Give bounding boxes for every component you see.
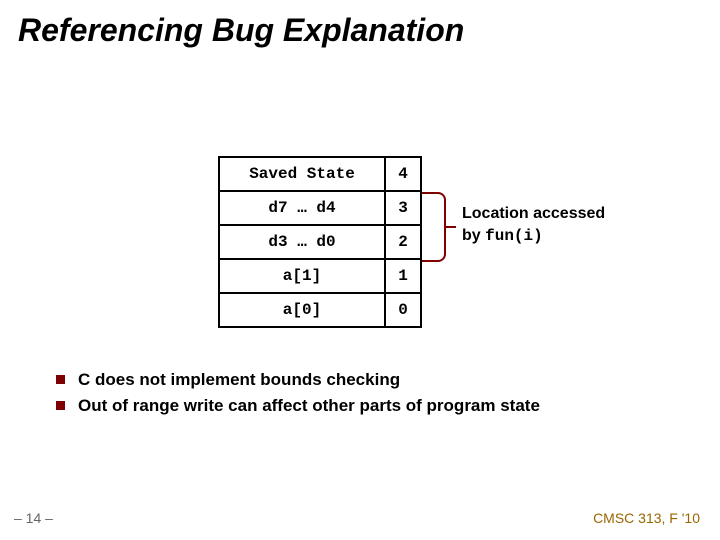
- table-row: a[1] 1: [219, 259, 421, 293]
- annotation-line2-prefix: by: [462, 227, 485, 244]
- stack-cell-content: Saved State: [219, 157, 385, 191]
- stack-cell-index: 0: [385, 293, 421, 327]
- list-item: Out of range write can affect other part…: [56, 396, 540, 416]
- stack-cell-content: a[1]: [219, 259, 385, 293]
- annotation-code: fun(i): [485, 227, 543, 245]
- bullet-list: C does not implement bounds checking Out…: [56, 370, 540, 422]
- stack-cell-index: 4: [385, 157, 421, 191]
- stack-cell-content: a[0]: [219, 293, 385, 327]
- annotation-line1: Location accessed: [462, 205, 605, 222]
- page-number: – 14 –: [14, 510, 53, 526]
- stack-cell-content: d7 … d4: [219, 191, 385, 225]
- course-label: CMSC 313, F '10: [593, 510, 700, 526]
- table-row: d7 … d4 3: [219, 191, 421, 225]
- table-row: Saved State 4: [219, 157, 421, 191]
- stack-cell-index: 2: [385, 225, 421, 259]
- slide-title: Referencing Bug Explanation: [18, 12, 464, 49]
- annotation-text: Location accessed by fun(i): [462, 203, 605, 247]
- brace-icon: [422, 192, 446, 262]
- stack-cell-index: 1: [385, 259, 421, 293]
- stack-cell-index: 3: [385, 191, 421, 225]
- list-item: C does not implement bounds checking: [56, 370, 540, 390]
- table-row: a[0] 0: [219, 293, 421, 327]
- table-row: d3 … d0 2: [219, 225, 421, 259]
- stack-cell-content: d3 … d0: [219, 225, 385, 259]
- memory-stack-table: Saved State 4 d7 … d4 3 d3 … d0 2 a[1] 1…: [218, 156, 422, 328]
